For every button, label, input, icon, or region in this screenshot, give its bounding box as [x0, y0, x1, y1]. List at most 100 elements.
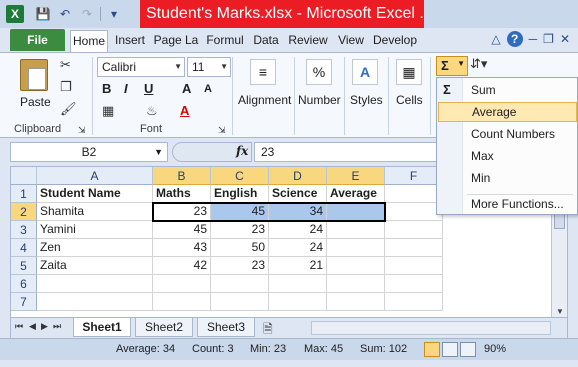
tab-review[interactable]: Review: [284, 30, 332, 52]
last-sheet-icon[interactable]: ⏭: [53, 321, 61, 332]
format-painter-icon[interactable]: 🖌: [60, 101, 77, 117]
cell-d3[interactable]: 24: [269, 221, 327, 239]
select-all-corner[interactable]: [11, 167, 37, 185]
tab-file[interactable]: File: [10, 29, 65, 51]
cell-f5[interactable]: [385, 257, 443, 275]
cell-a6[interactable]: [37, 275, 153, 293]
tab-home[interactable]: Home: [70, 30, 108, 52]
cell-b6[interactable]: [153, 275, 211, 293]
column-header[interactable]: C: [211, 167, 269, 185]
cell-b3[interactable]: 45: [153, 221, 211, 239]
fill-color-icon[interactable]: ♨: [146, 103, 158, 119]
cell-f4[interactable]: [385, 239, 443, 257]
close-window-icon[interactable]: ✕: [560, 32, 570, 46]
row-header[interactable]: 7: [11, 293, 37, 311]
prev-sheet-icon[interactable]: ◀: [29, 321, 36, 332]
styles-group-label[interactable]: Styles: [350, 93, 383, 107]
customize-icon[interactable]: ▾: [105, 5, 123, 23]
minimize-ribbon-icon[interactable]: △: [491, 32, 500, 46]
minimize-window-icon[interactable]: ─: [529, 32, 538, 46]
copy-icon[interactable]: ❐: [60, 79, 72, 95]
restore-window-icon[interactable]: ❐: [543, 32, 554, 46]
alignment-icon[interactable]: ≡: [250, 59, 276, 85]
alignment-group-label[interactable]: Alignment: [238, 93, 291, 107]
tab-developer[interactable]: Develop: [370, 30, 420, 52]
name-box[interactable]: B2 ▼: [10, 142, 168, 162]
save-icon[interactable]: 💾: [34, 5, 52, 23]
help-icon[interactable]: ?: [506, 31, 523, 47]
paste-label[interactable]: Paste: [20, 95, 51, 109]
cell-c1[interactable]: English: [211, 185, 269, 203]
row-header[interactable]: 1: [11, 185, 37, 203]
cell-c5[interactable]: 23: [211, 257, 269, 275]
cell-d1[interactable]: Science: [269, 185, 327, 203]
cell-e5[interactable]: [327, 257, 385, 275]
column-header[interactable]: E: [327, 167, 385, 185]
tab-view[interactable]: View: [334, 30, 368, 52]
row-header[interactable]: 2: [11, 203, 37, 221]
menu-item-average[interactable]: Average: [438, 102, 577, 122]
cell-c3[interactable]: 23: [211, 221, 269, 239]
column-header[interactable]: A: [37, 167, 153, 185]
cell-b4[interactable]: 43: [153, 239, 211, 257]
number-format-icon[interactable]: %: [306, 59, 332, 85]
column-header[interactable]: D: [269, 167, 327, 185]
row-header[interactable]: 4: [11, 239, 37, 257]
cell-c7[interactable]: [211, 293, 269, 311]
cells-group-label[interactable]: Cells: [396, 93, 423, 107]
cell-e7[interactable]: [327, 293, 385, 311]
cell-e3[interactable]: [327, 221, 385, 239]
cell-c6[interactable]: [211, 275, 269, 293]
cell-e2[interactable]: [327, 203, 385, 221]
cell-f7[interactable]: [385, 293, 443, 311]
menu-item-max[interactable]: Max: [438, 146, 577, 166]
excel-app-icon[interactable]: X: [6, 5, 24, 23]
cell-d5[interactable]: 21: [269, 257, 327, 275]
menu-item-count-numbers[interactable]: Count Numbers: [438, 124, 577, 144]
zoom-level[interactable]: 90%: [484, 343, 506, 355]
font-name-combo[interactable]: Calibri ▼: [97, 57, 185, 77]
cell-b5[interactable]: 42: [153, 257, 211, 275]
column-header[interactable]: B: [153, 167, 211, 185]
cell-f1[interactable]: [385, 185, 443, 203]
normal-view-icon[interactable]: [424, 342, 440, 357]
styles-icon[interactable]: A: [352, 59, 378, 85]
sort-filter-icon[interactable]: ⇵▾: [470, 56, 487, 72]
cell-f2[interactable]: [385, 203, 443, 221]
row-header[interactable]: 5: [11, 257, 37, 275]
font-launcher-icon[interactable]: ⇲: [218, 125, 226, 136]
cell-d7[interactable]: [269, 293, 327, 311]
tab-page-layout[interactable]: Page La: [152, 30, 200, 52]
cell-e4[interactable]: [327, 239, 385, 257]
sheet-tab-sheet1[interactable]: Sheet1: [73, 318, 131, 337]
horizontal-scrollbar[interactable]: [311, 321, 551, 335]
cell-b1[interactable]: Maths: [153, 185, 211, 203]
cell-a3[interactable]: Yamini: [37, 221, 153, 239]
clipboard-launcher-icon[interactable]: ⇲: [78, 125, 86, 136]
cell-a1[interactable]: Student Name: [37, 185, 153, 203]
menu-item-min[interactable]: Min: [438, 168, 577, 188]
cell-f3[interactable]: [385, 221, 443, 239]
paste-icon[interactable]: [20, 59, 48, 91]
cell-a7[interactable]: [37, 293, 153, 311]
cell-c2[interactable]: 45: [211, 203, 269, 221]
bold-button[interactable]: B: [102, 81, 111, 96]
cut-icon[interactable]: ✂: [60, 57, 71, 73]
row-header[interactable]: 3: [11, 221, 37, 239]
redo-icon[interactable]: ↷: [78, 5, 96, 23]
cells-icon[interactable]: ▦: [396, 59, 422, 85]
cell-e6[interactable]: [327, 275, 385, 293]
cell-b7[interactable]: [153, 293, 211, 311]
cell-b2[interactable]: 23: [153, 203, 211, 221]
cell-a5[interactable]: Zaita: [37, 257, 153, 275]
cell-d6[interactable]: [269, 275, 327, 293]
grow-font-button[interactable]: A: [182, 81, 191, 96]
undo-icon[interactable]: ↶: [56, 5, 74, 23]
tab-data[interactable]: Data: [250, 30, 282, 52]
menu-item-sum[interactable]: Σ Sum: [438, 80, 577, 100]
tab-insert[interactable]: Insert: [110, 30, 150, 52]
underline-button[interactable]: U: [144, 81, 153, 96]
sheet-tab-sheet3[interactable]: Sheet3: [197, 318, 255, 337]
font-size-combo[interactable]: 11 ▼: [187, 57, 231, 77]
font-color-icon[interactable]: A: [180, 103, 189, 118]
